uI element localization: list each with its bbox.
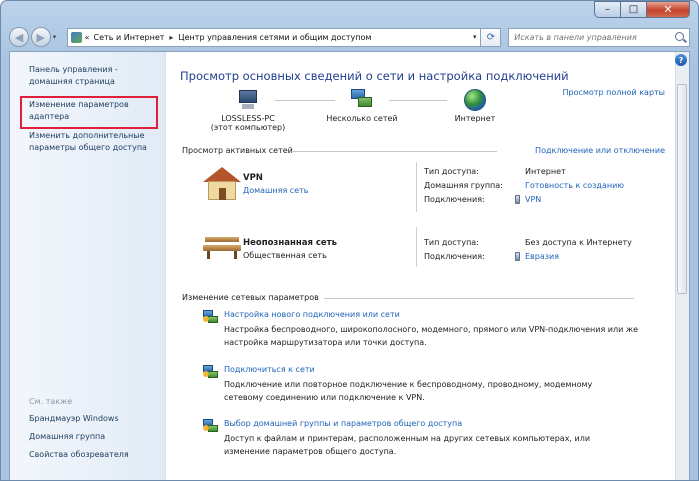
network-divider-1 xyxy=(416,162,417,212)
minimize-button[interactable]: – xyxy=(594,1,620,18)
connect-to-network-link[interactable]: Подключиться к сети xyxy=(224,365,315,374)
scrollbar-thumb[interactable] xyxy=(677,84,687,294)
search-icon[interactable] xyxy=(675,31,684,41)
homegroup-sharing-desc: Доступ к файлам и принтерам, расположенн… xyxy=(224,434,591,456)
vertical-scrollbar[interactable]: ? xyxy=(675,52,689,480)
content-area: Панель управления - домашняя страница Из… xyxy=(9,51,690,480)
see-also-homegroup[interactable]: Домашняя группа xyxy=(29,431,105,443)
connect-disconnect-link[interactable]: Подключение или отключение xyxy=(535,146,665,155)
map-connector-2 xyxy=(389,100,447,101)
see-also-firewall[interactable]: Брандмауэр Windows xyxy=(29,413,119,425)
page-title: Просмотр основных сведений о сети и наст… xyxy=(180,69,569,83)
eurasia-connection-icon xyxy=(515,252,520,261)
navigation-bar: ◀ ▶ ▾ « Сеть и Интернет ▸ Центр управлен… xyxy=(9,25,690,49)
caption-buttons: – □ ✕ xyxy=(594,1,690,18)
view-full-map-link[interactable]: Просмотр полной карты xyxy=(563,88,666,97)
home-link-line2: домашняя страница xyxy=(29,77,115,86)
breadcrumb-separator[interactable]: ▸ xyxy=(169,33,173,42)
network-type-public: Общественная сеть xyxy=(243,251,327,260)
forward-button[interactable]: ▶ xyxy=(30,27,51,47)
map-node-multiple-networks[interactable]: Несколько сетей xyxy=(312,114,412,123)
computer-subtitle: (этот компьютер) xyxy=(210,123,286,132)
homegroup-sharing-link[interactable]: Выбор домашней группы и параметров общег… xyxy=(224,419,462,428)
home-link-line1: Панель управления - xyxy=(29,65,118,74)
see-also-internet-options[interactable]: Свойства обозревателя xyxy=(29,449,129,461)
new-connection-link[interactable]: Настройка нового подключения или сети xyxy=(224,310,400,319)
change-settings-heading: Изменение сетевых параметров xyxy=(182,293,319,302)
sharing-link-line2: параметры общего доступа xyxy=(29,143,147,152)
search-input[interactable] xyxy=(514,32,665,42)
new-connection-desc: Настройка беспроводного, широкополосного… xyxy=(224,325,638,347)
homegroup-sharing-icon xyxy=(203,419,218,433)
window: – □ ✕ ◀ ▶ ▾ « Сеть и Интернет ▸ Центр уп… xyxy=(0,0,699,481)
access-type-value-2: Без доступа к Интернету xyxy=(525,238,632,247)
active-networks-heading: Просмотр активных сетей xyxy=(182,146,293,155)
vpn-connection-icon xyxy=(515,195,520,204)
main-pane: Просмотр основных сведений о сети и наст… xyxy=(167,52,675,480)
connect-network-icon xyxy=(203,365,218,379)
sharing-link-line1: Изменить дополнительные xyxy=(29,131,145,140)
network-name-unidentified: Неопознанная сеть xyxy=(243,238,337,248)
close-button[interactable]: ✕ xyxy=(646,1,690,18)
home-network-icon xyxy=(203,167,241,201)
breadcrumb-network-center[interactable]: Центр управления сетями и общим доступом xyxy=(178,33,371,42)
network-name-vpn: VPN xyxy=(243,173,263,183)
multiple-networks-icon xyxy=(351,89,373,111)
adapter-link-line2: адаптера xyxy=(29,112,70,121)
connections-label-2: Подключения: xyxy=(424,252,485,261)
network-divider-2 xyxy=(416,227,417,267)
access-type-label-1: Тип доступа: xyxy=(424,167,479,176)
connection-eurasia-link[interactable]: Евразия xyxy=(525,252,559,261)
homegroup-label: Домашняя группа: xyxy=(424,181,503,190)
control-panel-icon xyxy=(70,31,82,43)
connections-label-1: Подключения: xyxy=(424,195,485,204)
access-type-label-2: Тип доступа: xyxy=(424,238,479,247)
change-settings-rule xyxy=(324,298,634,299)
address-bar[interactable]: « Сеть и Интернет ▸ Центр управления сет… xyxy=(66,27,482,47)
computer-icon xyxy=(237,90,259,110)
network-type-home-link[interactable]: Домашняя сеть xyxy=(243,186,309,195)
connect-to-network-desc: Подключение или повторное подключение к … xyxy=(224,380,593,402)
computer-name: LOSSLESS-PC xyxy=(221,114,275,123)
refresh-button[interactable]: ⟳ xyxy=(481,27,502,47)
address-dropdown-icon[interactable]: ▾ xyxy=(473,33,477,41)
map-node-computer[interactable]: LOSSLESS-PC (этот компьютер) xyxy=(202,114,294,132)
advanced-sharing-link[interactable]: Изменить дополнительные параметры общего… xyxy=(29,130,147,154)
new-connection-icon xyxy=(203,310,218,324)
breadcrumb-network-internet[interactable]: Сеть и Интернет xyxy=(94,33,165,42)
active-networks-rule xyxy=(293,151,497,152)
public-network-icon xyxy=(203,237,241,259)
maximize-button[interactable]: □ xyxy=(620,1,646,18)
see-also-heading: См. также xyxy=(29,397,73,406)
change-adapter-settings-link[interactable]: Изменение параметров адаптера xyxy=(29,99,129,123)
search-box[interactable] xyxy=(508,27,690,47)
map-connector-1 xyxy=(275,100,335,101)
connection-vpn-link[interactable]: VPN xyxy=(525,195,541,204)
help-icon[interactable]: ? xyxy=(675,54,687,66)
access-type-value-1: Интернет xyxy=(525,167,566,176)
globe-icon xyxy=(464,89,486,111)
adapter-link-line1: Изменение параметров xyxy=(29,100,129,109)
homegroup-ready-link[interactable]: Готовность к созданию xyxy=(525,181,624,190)
back-button[interactable]: ◀ xyxy=(9,27,29,47)
recent-pages-dropdown[interactable]: ▾ xyxy=(53,33,63,41)
breadcrumb-chevron[interactable]: « xyxy=(85,33,90,42)
map-node-internet[interactable]: Интернет xyxy=(435,114,515,123)
control-panel-home-link[interactable]: Панель управления - домашняя страница xyxy=(29,64,118,88)
task-pane: Панель управления - домашняя страница Из… xyxy=(10,52,166,480)
